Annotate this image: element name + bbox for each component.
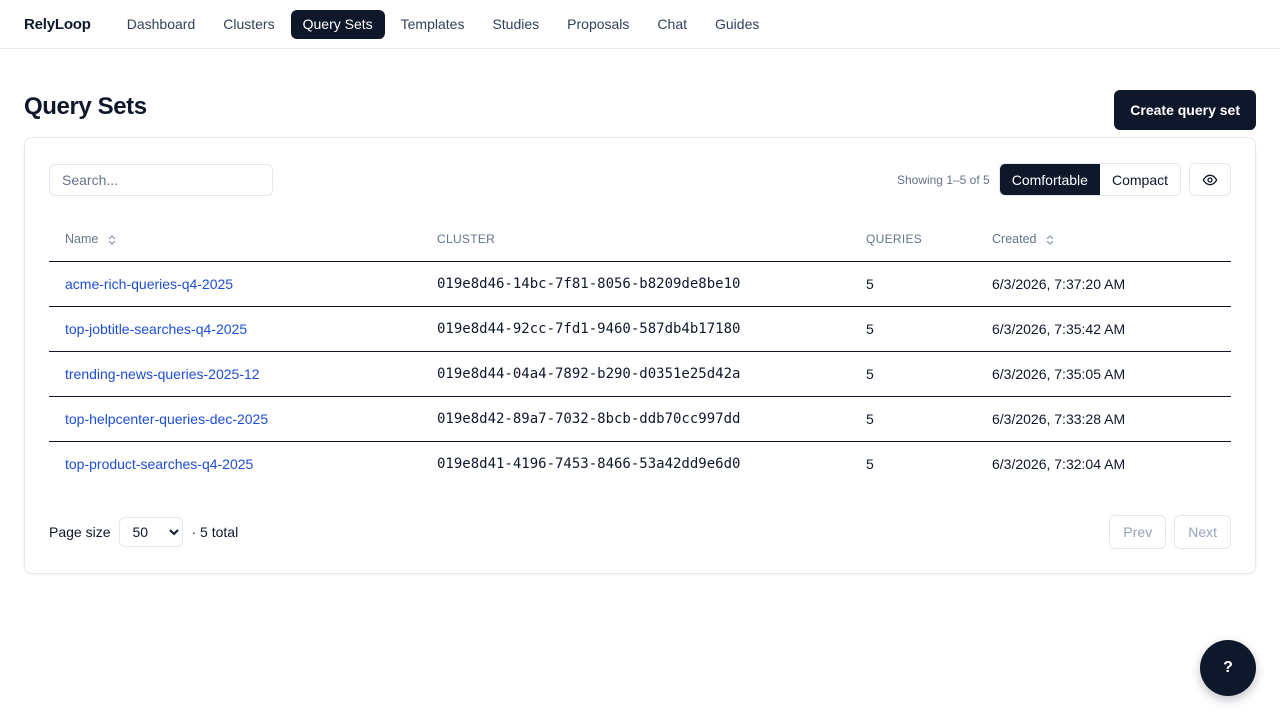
cluster-id: 019e8d44-04a4-7892-b290-d0351e25d42a (421, 351, 850, 397)
query-sets-table: Name CLUSTER QUERIES Created acme-rich-q… (49, 217, 1231, 486)
sort-icon (1046, 234, 1053, 245)
nav-studies[interactable]: Studies (480, 10, 551, 39)
queries-count: 5 (850, 396, 976, 442)
table-footer: Page size 50 · 5 total Prev Next (49, 515, 1231, 549)
created-date: 6/3/2026, 7:35:05 AM (976, 351, 1231, 397)
nav-dashboard[interactable]: Dashboard (115, 10, 208, 39)
created-date: 6/3/2026, 7:32:04 AM (992, 455, 1126, 472)
toolbar-right: Showing 1–5 of 5 Comfortable Compact (897, 163, 1231, 196)
nav-guides[interactable]: Guides (703, 10, 771, 39)
sort-icon (108, 234, 115, 245)
header-cluster: CLUSTER (421, 217, 850, 262)
queries-count: 5 (850, 261, 976, 307)
table-toolbar: Showing 1–5 of 5 Comfortable Compact (49, 163, 1231, 196)
search-input[interactable] (49, 163, 273, 196)
help-button[interactable]: ? (1200, 640, 1256, 696)
page-header: Query Sets Create query set (0, 49, 1280, 138)
nav-clusters[interactable]: Clusters (211, 10, 286, 39)
header-queries: QUERIES (850, 217, 976, 262)
density-compact-button[interactable]: Compact (1099, 164, 1180, 195)
column-visibility-button[interactable] (1189, 163, 1231, 196)
page-size-label: Page size (49, 524, 111, 540)
create-query-set-button[interactable]: Create query set (1114, 89, 1256, 130)
nav-query-sets[interactable]: Query Sets (290, 9, 385, 39)
query-set-name-link[interactable]: top-helpcenter-queries-dec-2025 (65, 411, 268, 427)
cluster-id: 019e8d46-14bc-7f81-8056-b8209de8be10 (421, 261, 850, 307)
table-row: top-helpcenter-queries-dec-2025 019e8d42… (49, 396, 1231, 442)
table-row: acme-rich-queries-q4-2025 019e8d46-14bc-… (49, 261, 1231, 307)
main-nav: Dashboard Clusters Query Sets Templates … (115, 9, 772, 39)
query-set-name-link[interactable]: top-product-searches-q4-2025 (65, 456, 253, 472)
nav-chat[interactable]: Chat (645, 10, 699, 39)
table-row: top-jobtitle-searches-q4-2025 019e8d44-9… (49, 306, 1231, 352)
nav-templates[interactable]: Templates (389, 10, 477, 39)
page-title: Query Sets (24, 92, 147, 120)
top-navbar: RelyLoop Dashboard Clusters Query Sets T… (0, 0, 1280, 49)
density-comfortable-button[interactable]: Comfortable (999, 164, 1100, 195)
next-page-button[interactable]: Next (1174, 515, 1231, 549)
prev-page-button[interactable]: Prev (1109, 515, 1167, 549)
showing-count: Showing 1–5 of 5 (896, 172, 990, 187)
query-set-name-link[interactable]: top-jobtitle-searches-q4-2025 (65, 321, 247, 337)
table-row: top-product-searches-q4-2025 019e8d41-41… (49, 441, 1231, 486)
total-count: · 5 total (191, 524, 239, 540)
header-created-label: Created (992, 231, 1037, 246)
created-date: 6/3/2026, 7:35:42 AM (976, 306, 1231, 352)
page-size-control: Page size 50 · 5 total (49, 517, 238, 547)
query-set-name-link[interactable]: trending-news-queries-2025-12 (65, 366, 260, 382)
created-date: 6/3/2026, 7:37:20 AM (976, 261, 1231, 307)
header-name[interactable]: Name (49, 217, 421, 262)
nav-proposals[interactable]: Proposals (555, 10, 641, 39)
table-row: trending-news-queries-2025-12 019e8d44-0… (49, 351, 1231, 397)
cluster-id: 019e8d41-4196-7453-8466-53a42dd9e6d0 (437, 455, 741, 472)
header-name-label: Name (65, 231, 99, 246)
queries-count: 5 (850, 351, 976, 397)
queries-count: 5 (850, 306, 976, 352)
page-size-select[interactable]: 50 (119, 517, 184, 547)
pagination: Prev Next (1109, 515, 1231, 549)
eye-icon (1202, 174, 1218, 185)
table-header-row: Name CLUSTER QUERIES Created (49, 217, 1231, 262)
header-created[interactable]: Created (976, 217, 1231, 262)
brand-logo[interactable]: RelyLoop (24, 16, 91, 33)
created-date: 6/3/2026, 7:33:28 AM (976, 396, 1231, 442)
query-set-name-link[interactable]: acme-rich-queries-q4-2025 (65, 276, 233, 292)
queries-count: 5 (866, 455, 874, 472)
cluster-id: 019e8d42-89a7-7032-8bcb-ddb70cc997dd (421, 396, 850, 442)
cluster-id: 019e8d44-92cc-7fd1-9460-587db4b17180 (421, 306, 850, 352)
query-sets-card: Showing 1–5 of 5 Comfortable Compact Nam… (24, 137, 1256, 574)
density-toggle: Comfortable Compact (998, 163, 1181, 196)
